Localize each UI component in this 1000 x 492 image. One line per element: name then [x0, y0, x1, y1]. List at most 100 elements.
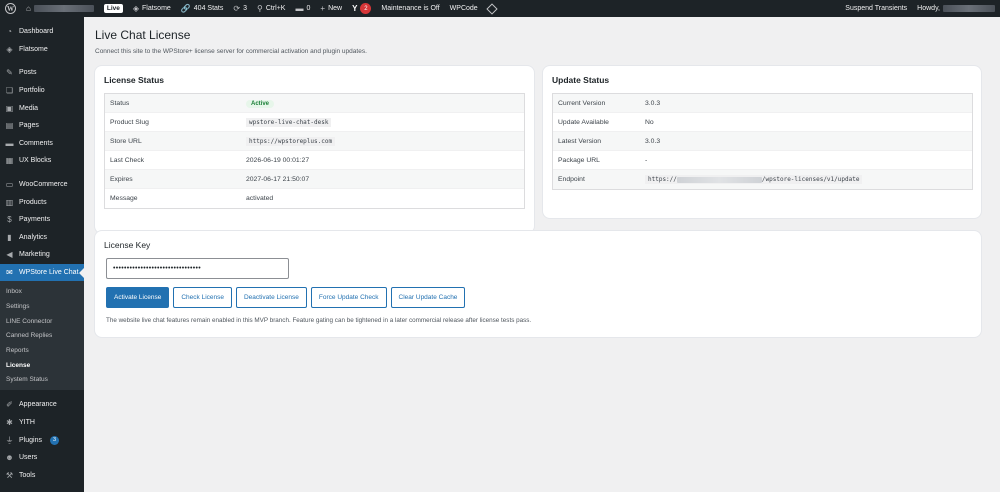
license-status-table: Status Active Product Slug wpstore-live-ch… — [104, 93, 525, 209]
table-row: Product Slug wpstore-live-chat-desk — [105, 113, 524, 132]
table-row: Status Active — [105, 94, 524, 113]
brush-icon: ✐ — [6, 400, 13, 410]
megaphone-icon: ◀ — [6, 250, 13, 260]
sidebar-item-label: WPStore Live Chat — [19, 269, 79, 277]
row-key: Package URL — [558, 156, 600, 164]
sidebar-item-posts[interactable]: ✎ Posts — [0, 64, 84, 82]
sidebar-item-pages[interactable]: ▤ Pages — [0, 117, 84, 135]
sidebar-item-appearance[interactable]: ✐ Appearance — [0, 396, 84, 414]
license-key-input[interactable]: •••••••••••••••••••••••••••••••• — [106, 258, 289, 279]
flatsome-menu[interactable]: ◈ Flatsome — [128, 0, 176, 17]
update-status-card: Update Status Current Version 3.0.3 Updat… — [543, 66, 981, 218]
users-icon: ☻ — [5, 453, 14, 463]
comments-count: 0 — [306, 5, 311, 12]
submenu-item-canned-replies[interactable]: Canned Replies — [0, 328, 84, 343]
submenu-item-line-connector[interactable]: LINE Connector — [0, 314, 84, 329]
wpcode-label: WPCode — [449, 5, 478, 12]
current-version-value: 3.0.3 — [645, 99, 661, 107]
plug-icon: ⏚ — [5, 435, 14, 445]
license-key-title: License Key — [104, 240, 151, 250]
sidebar-item-ux-blocks[interactable]: ▦ UX Blocks — [0, 152, 84, 170]
flatsome-icon: ◈ — [6, 44, 13, 54]
sidebar-item-media[interactable]: ▣ Media — [0, 99, 84, 117]
deactivate-license-button[interactable]: Deactivate License — [235, 287, 307, 308]
suspend-transients-menu[interactable]: Suspend Transients — [840, 0, 912, 17]
updates-menu[interactable]: ⟳ 3 — [228, 0, 252, 17]
search-menu[interactable]: ⚲ Ctrl+K — [252, 0, 291, 17]
license-status-title: License Status — [104, 75, 164, 85]
maintenance-menu[interactable]: Maintenance is Off — [376, 0, 444, 17]
table-row: Update Available No — [553, 113, 972, 132]
sidebar-item-marketing[interactable]: ◀ Marketing — [0, 246, 84, 264]
stats-menu[interactable]: 🔗 404 Stats — [176, 0, 229, 17]
update-available-value: No — [645, 118, 654, 126]
activate-license-button[interactable]: Activate License — [106, 287, 170, 308]
sidebar-item-wpstore-live-chat[interactable]: ✉ WPStore Live Chat — [0, 263, 84, 282]
sidebar-item-woocommerce[interactable]: ▭ WooCommerce — [0, 176, 84, 194]
check-license-button[interactable]: Check License — [173, 287, 232, 308]
sidebar-item-label: Pages — [19, 122, 39, 130]
chat-icon: ✉ — [6, 268, 13, 278]
yoast-menu[interactable]: Y 2 — [347, 0, 376, 17]
submenu-item-reports[interactable]: Reports — [0, 343, 84, 358]
submenu-item-system-status[interactable]: System Status — [0, 372, 84, 387]
row-key: Update Available — [558, 118, 609, 126]
sidebar-item-tools[interactable]: ⚒ Tools — [0, 467, 84, 485]
sidebar-item-label: Marketing — [19, 251, 50, 259]
sidebar-item-yith[interactable]: ✱ YITH — [0, 414, 84, 432]
table-row: Last Check 2026-06-19 00:01:27 — [105, 151, 524, 170]
endpoint-suffix: /wpstore-licenses/v1/update — [761, 176, 860, 183]
payments-icon: $ — [7, 215, 12, 225]
wp-logo-menu[interactable]: W — [0, 0, 21, 17]
row-key: Store URL — [110, 137, 142, 145]
row-key: Status — [110, 99, 130, 107]
sidebar-item-payments[interactable]: $ Payments — [0, 211, 84, 229]
site-name-redacted — [33, 5, 94, 12]
site-name-menu[interactable]: ⌂ — [21, 0, 99, 17]
suspend-label: Suspend Transients — [845, 5, 908, 12]
woo-icon: ▭ — [5, 180, 14, 190]
search-shortcut: Ctrl+K — [265, 5, 286, 12]
update-status-title: Update Status — [552, 75, 610, 85]
comments-menu[interactable]: ▬ 0 — [290, 0, 315, 17]
sidebar-item-dashboard[interactable]: ◔ Dashboard — [0, 23, 84, 41]
sidebar-item-label: Users — [19, 454, 38, 462]
sidebar-item-users[interactable]: ☻ Users — [0, 449, 84, 467]
sidebar-item-portfolio[interactable]: ❏ Portfolio — [0, 82, 84, 100]
wpcode-menu[interactable]: WPCode — [445, 0, 483, 17]
submenu-item-settings[interactable]: Settings — [0, 299, 84, 314]
account-menu[interactable]: Howdy, — [912, 0, 1000, 17]
row-key: Current Version — [558, 99, 606, 107]
blocks-icon: ▦ — [5, 156, 14, 166]
link-icon: 🔗 — [180, 4, 191, 13]
row-key: Message — [110, 195, 138, 202]
package-url-value: - — [645, 156, 648, 164]
diamond-menu[interactable] — [483, 0, 501, 17]
page-description: Connect this site to the WPStore+ licens… — [95, 48, 367, 55]
live-badge-menu[interactable]: Live — [99, 0, 128, 17]
home-icon: ⌂ — [26, 3, 31, 13]
box-icon: ▥ — [5, 197, 14, 207]
table-row: Latest Version 3.0.3 — [553, 132, 972, 151]
submenu-item-inbox[interactable]: Inbox — [0, 284, 84, 299]
force-update-check-button[interactable]: Force Update Check — [310, 287, 387, 308]
sidebar-item-plugins[interactable]: ⏚ Plugins 3 — [0, 431, 84, 449]
clear-update-cache-button[interactable]: Clear Update Cache — [390, 287, 466, 308]
sidebar-item-analytics[interactable]: ▮ Analytics — [0, 229, 84, 247]
sidebar-item-label: Posts — [19, 69, 37, 77]
stats-label: 404 Stats — [193, 5, 224, 12]
sidebar-item-flatsome[interactable]: ◈ Flatsome — [0, 41, 84, 59]
sidebar-item-comments[interactable]: ▬ Comments — [0, 135, 84, 153]
live-badge: Live — [103, 4, 123, 13]
wrench-icon: ⚒ — [5, 470, 14, 480]
license-note: The website live chat features remain en… — [106, 317, 532, 324]
submenu-item-license[interactable]: License — [0, 358, 84, 373]
comment-icon: ▬ — [5, 138, 14, 148]
sidebar-item-label: YITH — [19, 419, 35, 427]
sidebar-item-products[interactable]: ▥ Products — [0, 193, 84, 211]
sidebar-item-label: UX Blocks — [19, 157, 52, 165]
row-key: Last Check — [110, 156, 145, 164]
sidebar-item-label: Products — [19, 198, 47, 206]
row-key: Endpoint — [558, 176, 585, 183]
new-content-menu[interactable]: + New — [315, 0, 347, 17]
